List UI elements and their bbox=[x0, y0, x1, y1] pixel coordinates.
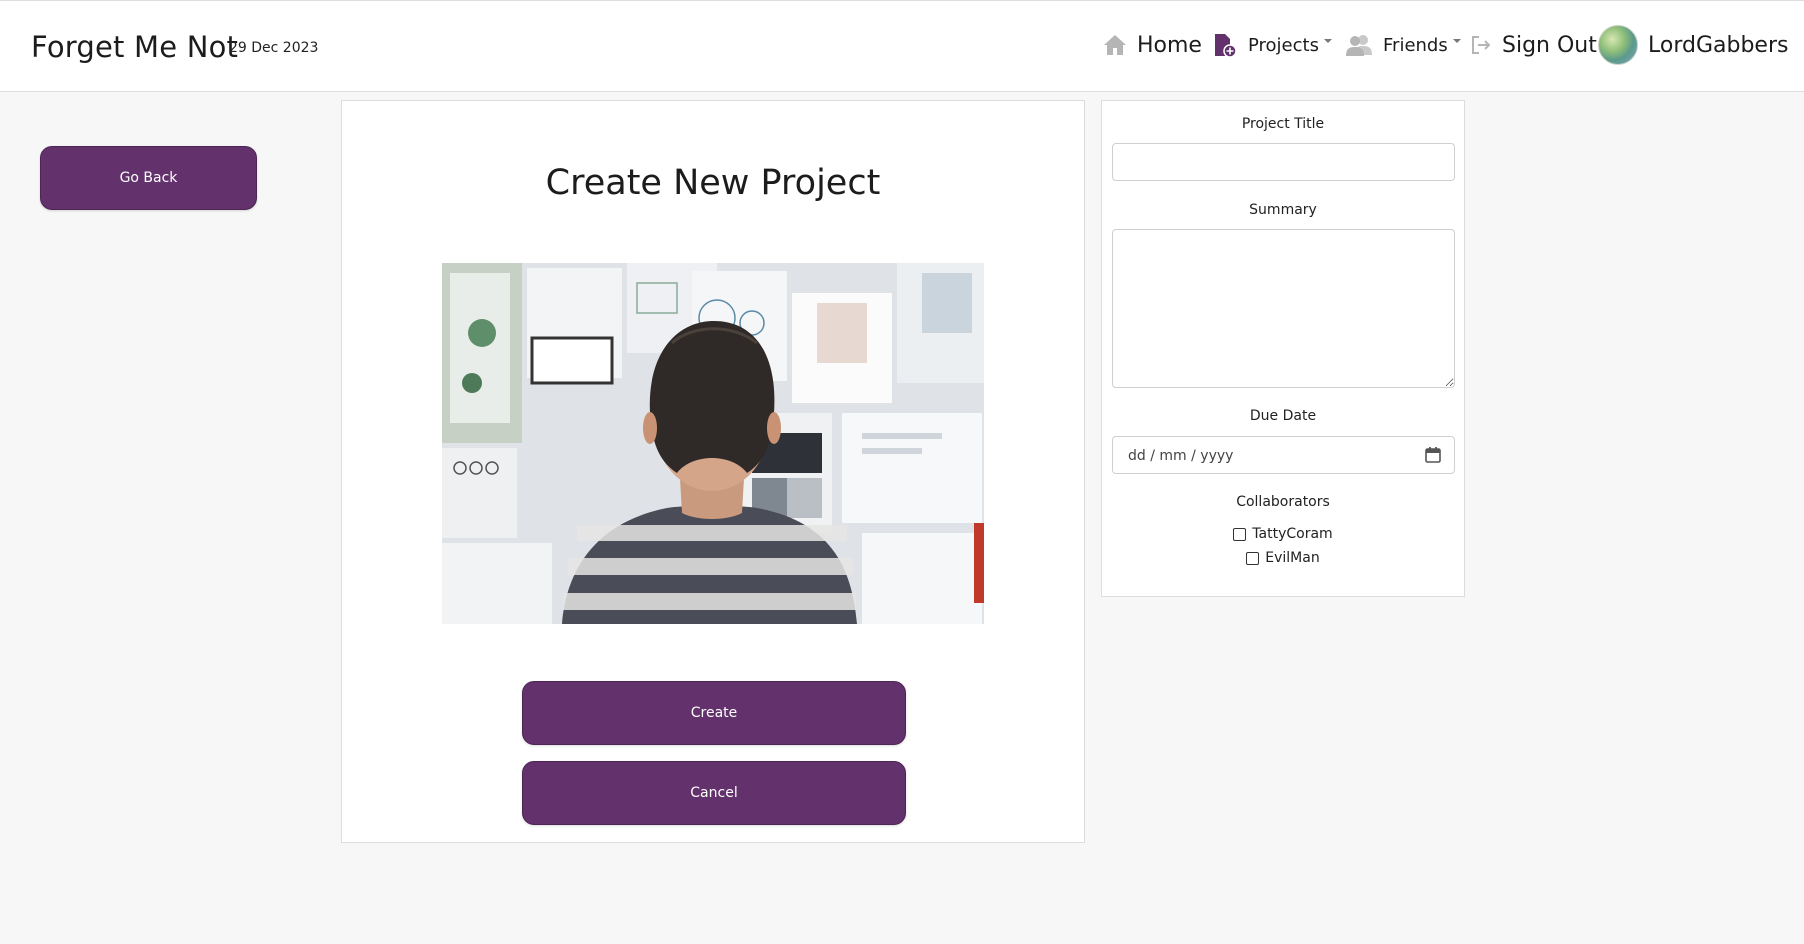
collaborator-option[interactable]: TattyCoram bbox=[1102, 526, 1464, 542]
friends-icon bbox=[1346, 35, 1372, 56]
project-add-icon bbox=[1215, 34, 1237, 58]
nav-projects-dropdown[interactable]: Projects bbox=[1212, 25, 1332, 65]
top-navbar: Forget Me Not 29 Dec 2023 Home Projects … bbox=[0, 0, 1804, 92]
nav-sign-out-label: Sign Out bbox=[1502, 32, 1597, 58]
chevron-down-icon bbox=[1323, 39, 1332, 43]
collaborators-label: Collaborators bbox=[1236, 494, 1330, 510]
create-project-card: Create New Project Create Cancel bbox=[341, 100, 1085, 843]
project-title-input[interactable] bbox=[1112, 143, 1455, 181]
due-date-input[interactable]: dd / mm / yyyy bbox=[1112, 436, 1455, 474]
collaborator-option[interactable]: EvilMan bbox=[1102, 550, 1464, 566]
project-title-label: Project Title bbox=[1241, 116, 1325, 132]
nav-friends-label: Friends bbox=[1383, 34, 1448, 56]
page-title: Create New Project bbox=[545, 163, 881, 203]
nav-sign-out-link[interactable]: Sign Out bbox=[1470, 25, 1597, 65]
username: LordGabbers bbox=[1648, 32, 1789, 58]
nav-home-link[interactable]: Home bbox=[1103, 25, 1202, 65]
collaborator-checkbox[interactable] bbox=[1246, 551, 1260, 565]
nav-projects-label: Projects bbox=[1248, 34, 1319, 56]
due-date-placeholder: dd / mm / yyyy bbox=[1128, 448, 1234, 464]
due-date-label: Due Date bbox=[1249, 408, 1317, 424]
user-profile-link[interactable]: LordGabbers bbox=[1598, 25, 1788, 65]
project-form-card: Project Title Summary Due Date dd / mm /… bbox=[1101, 100, 1465, 597]
collaborator-name: TattyCoram bbox=[1252, 526, 1333, 542]
nav-friends-dropdown[interactable]: Friends bbox=[1345, 25, 1461, 65]
calendar-icon[interactable] bbox=[1424, 446, 1442, 464]
go-back-button[interactable]: Go Back bbox=[40, 146, 257, 210]
summary-textarea[interactable] bbox=[1112, 229, 1455, 388]
collaborator-checkbox[interactable] bbox=[1233, 527, 1247, 541]
current-date: 29 Dec 2023 bbox=[229, 40, 319, 56]
avatar bbox=[1598, 25, 1638, 65]
sign-out-icon bbox=[1472, 36, 1491, 54]
summary-label: Summary bbox=[1249, 202, 1317, 218]
chevron-down-icon bbox=[1452, 39, 1461, 43]
create-button[interactable]: Create bbox=[522, 681, 906, 745]
app-brand[interactable]: Forget Me Not bbox=[31, 30, 238, 64]
cancel-button[interactable]: Cancel bbox=[522, 761, 906, 825]
home-icon bbox=[1104, 35, 1126, 55]
nav-home-label: Home bbox=[1137, 32, 1202, 58]
collaborator-name: EvilMan bbox=[1265, 550, 1320, 566]
hero-image bbox=[442, 263, 984, 624]
